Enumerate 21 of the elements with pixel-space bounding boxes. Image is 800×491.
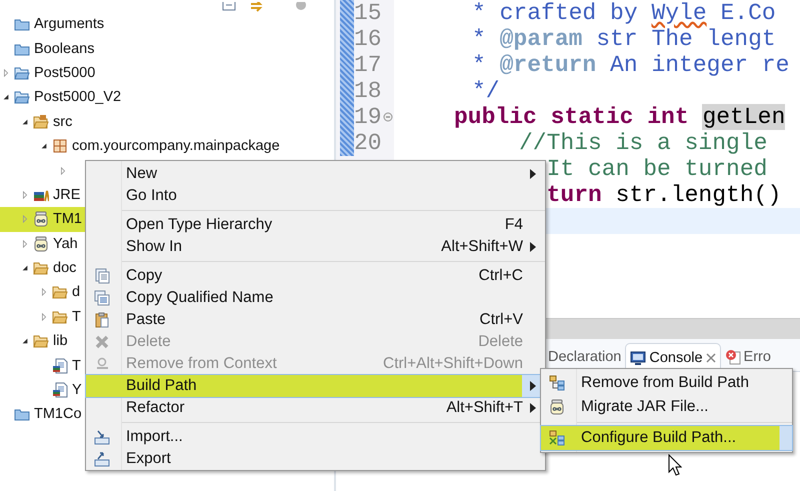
code-line: public static int getLen [454,104,786,130]
shortcut-text: Delete [478,333,523,351]
line-number: 16 [354,26,382,52]
code-line: * @param str The lengt [472,26,776,52]
shortcut-text: Alt+Shift+W [441,238,523,256]
line-number: 20 [354,130,382,156]
line-number: 18 [354,78,382,104]
line-number: 19 [354,104,382,130]
shortcut-text: F4 [504,216,523,234]
shortcut-text: Ctrl+Alt+Shift+Down [383,355,523,373]
shortcut-text: Ctrl+V [480,311,523,329]
line-number: 17 [354,52,382,78]
shortcut-text: Alt+Shift+T [446,399,523,417]
code-line: //This is a single [519,130,768,156]
shortcut-text: Ctrl+C [478,267,523,285]
code-line: turn str.length() [546,182,782,208]
code-line: It can be turned [546,156,768,182]
code-line: * @return An integer re [472,52,790,78]
code-line: * crafted by Wyle E.Co [472,0,776,26]
code-line: */ [472,78,500,104]
line-number: 15 [354,0,382,26]
